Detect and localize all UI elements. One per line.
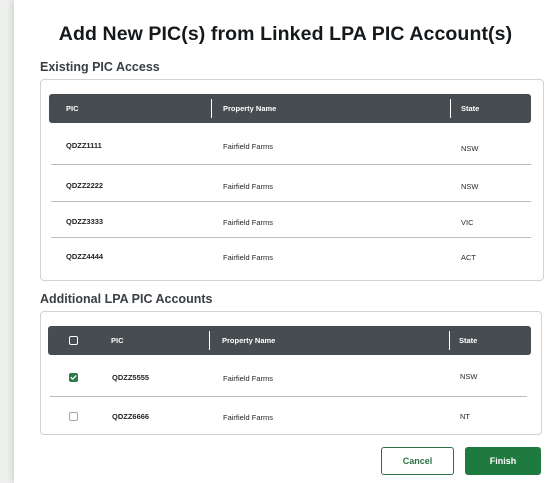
pic-cell: QDZZ6666 — [112, 412, 150, 421]
column-divider — [450, 99, 451, 118]
additional-lpa-table: PIC Property Name State QDZZ5555 Fairfie… — [40, 311, 542, 435]
column-header-pic: PIC — [111, 336, 124, 345]
column-header-property-name: Property Name — [222, 336, 276, 345]
column-divider — [209, 331, 210, 350]
pic-cell: QDZZ3333 — [66, 217, 104, 226]
pic-cell: QDZZ4444 — [66, 252, 104, 261]
row-divider — [51, 164, 531, 165]
property-name-cell: Fairfield Farms — [223, 413, 274, 422]
row-divider — [51, 201, 531, 202]
state-cell: NSW — [460, 372, 478, 381]
existing-pic-table: PIC Property Name State QDZZ1111 Fairfie… — [40, 79, 544, 281]
pic-cell: QDZZ5555 — [112, 373, 150, 382]
additional-lpa-heading: Additional LPA PIC Accounts — [40, 292, 213, 306]
row-checkbox[interactable] — [69, 412, 78, 421]
state-cell: NT — [460, 412, 470, 421]
row-divider — [51, 237, 531, 238]
pic-cell: QDZZ1111 — [66, 141, 102, 150]
finish-button[interactable]: Finish — [465, 447, 541, 475]
property-name-cell: Fairfield Farms — [223, 142, 274, 151]
column-divider — [449, 331, 450, 350]
state-cell: VIC — [461, 218, 474, 227]
state-cell: ACT — [461, 253, 476, 262]
column-header-state: State — [461, 104, 480, 113]
column-header-pic: PIC — [66, 104, 79, 113]
add-pic-modal: Add New PIC(s) from Linked LPA PIC Accou… — [14, 0, 557, 483]
row-divider — [50, 396, 527, 397]
existing-pic-heading: Existing PIC Access — [40, 60, 160, 74]
property-name-cell: Fairfield Farms — [223, 218, 274, 227]
property-name-cell: Fairfield Farms — [223, 374, 274, 383]
property-name-cell: Fairfield Farms — [223, 253, 274, 262]
state-cell: NSW — [461, 144, 479, 153]
select-all-checkbox[interactable] — [69, 336, 78, 345]
column-divider — [211, 99, 212, 118]
state-cell: NSW — [461, 182, 479, 191]
pic-cell: QDZZ2222 — [66, 181, 104, 190]
property-name-cell: Fairfield Farms — [223, 182, 274, 191]
modal-title: Add New PIC(s) from Linked LPA PIC Accou… — [58, 23, 513, 45]
column-header-property-name: Property Name — [223, 104, 277, 113]
cancel-button[interactable]: Cancel — [381, 447, 454, 475]
column-header-state: State — [459, 336, 478, 345]
row-checkbox[interactable] — [69, 373, 78, 382]
checkmark-icon — [70, 375, 77, 380]
existing-table-header: PIC Property Name State — [49, 94, 531, 123]
additional-table-header: PIC Property Name State — [48, 326, 531, 355]
